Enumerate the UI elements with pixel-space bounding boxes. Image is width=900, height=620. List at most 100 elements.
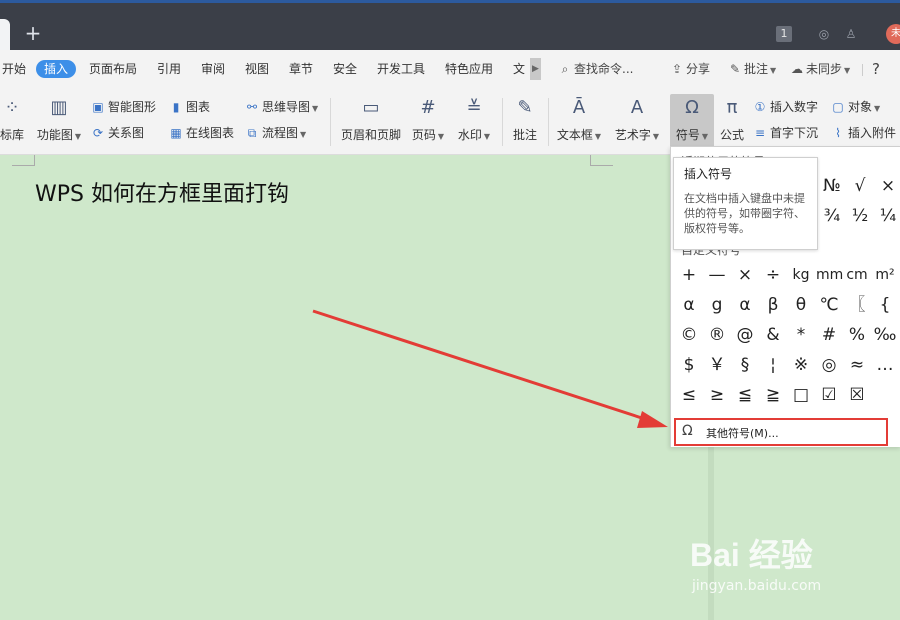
new-tab-button[interactable]: + <box>22 22 44 44</box>
symbol-cell[interactable]: ‰ <box>872 322 898 348</box>
symbol-cell[interactable]: cm <box>844 262 870 288</box>
symbol-cell[interactable]: β <box>760 292 786 318</box>
word-art-button[interactable]: A 艺术字 ▼ <box>612 96 662 143</box>
menu-insert[interactable]: 插入 <box>36 60 77 78</box>
symbol-button[interactable]: Ω 符号 ▼ <box>670 94 714 150</box>
chart-button[interactable]: ▮ 图表 <box>168 98 210 116</box>
recent-symbol[interactable]: √ <box>847 173 873 199</box>
menu-view[interactable]: 视图 <box>245 60 269 78</box>
symbol-cell[interactable]: # <box>816 322 842 348</box>
watermark-button[interactable]: ≚ 水印 ▼ <box>456 96 492 143</box>
recent-symbol[interactable]: ¾ <box>819 203 845 229</box>
header-footer-button[interactable]: ▭ 页眉和页脚 <box>338 96 404 143</box>
symbol-cell[interactable]: © <box>676 322 702 348</box>
symbol-cell[interactable]: … <box>872 352 898 378</box>
symbol-cell[interactable]: kg <box>788 262 814 288</box>
symbol-cell[interactable]: ® <box>704 322 730 348</box>
symbol-cell[interactable]: ≦ <box>732 382 758 408</box>
menu-special[interactable]: 特色应用 <box>445 60 493 78</box>
menu-page-layout[interactable]: 页面布局 <box>89 60 137 78</box>
shape-library-button[interactable]: ⁘ 标库 <box>0 96 30 143</box>
document-page[interactable] <box>0 155 708 620</box>
symbol-cell[interactable]: × <box>732 262 758 288</box>
symbol-cell[interactable]: m² <box>872 262 898 288</box>
menu-scroll-right-icon[interactable]: ▶ <box>530 58 541 80</box>
shirt-icon[interactable]: ♙ <box>842 26 860 42</box>
symbol-cell[interactable]: ※ <box>788 352 814 378</box>
insert-number-button[interactable]: ① 插入数字 <box>752 98 818 116</box>
symbol-cell[interactable]: α <box>676 292 702 318</box>
recent-symbol[interactable]: № <box>819 173 845 199</box>
more-symbols-button[interactable]: Ω 其他符号(M)... <box>674 418 888 446</box>
drop-cap-button[interactable]: ≡ 首字下沉 <box>752 124 818 142</box>
function-chart-button[interactable]: ▥ 功能图 ▼ <box>36 96 82 143</box>
symbol-cell[interactable]: 〖 <box>844 292 870 318</box>
mind-map-icon: ⚯ <box>246 100 258 114</box>
help-button[interactable]: ? <box>872 60 880 78</box>
chevron-down-icon: ▼ <box>874 104 881 113</box>
symbol-cell[interactable]: ◎ <box>816 352 842 378</box>
tooltip-title: 插入符号 <box>684 167 733 181</box>
object-button[interactable]: ▢ 对象 ▼ <box>830 98 880 116</box>
symbol-cell[interactable]: § <box>732 352 758 378</box>
insert-attachment-button[interactable]: ⌇ 插入附件 <box>830 124 896 142</box>
document-tab[interactable] <box>0 19 10 50</box>
symbol-cell[interactable]: ≧ <box>760 382 786 408</box>
symbol-cell[interactable]: ☑ <box>816 382 842 408</box>
window-count-badge[interactable]: 1 <box>776 26 792 42</box>
comment-icon: ✎ <box>517 97 533 118</box>
command-search[interactable]: ⌕ 查找命令... <box>558 60 634 78</box>
symbol-cell[interactable]: □ <box>788 382 814 408</box>
symbol-cell[interactable]: — <box>704 262 730 288</box>
symbol-cell[interactable]: $ <box>676 352 702 378</box>
menu-file-truncated[interactable]: 文 <box>513 60 525 78</box>
symbol-cell[interactable]: ℃ <box>816 292 842 318</box>
recent-symbol[interactable]: ½ <box>847 203 873 229</box>
comment-button[interactable]: ✎ 批注 <box>508 96 542 143</box>
menu-start[interactable]: 开始 <box>2 60 26 78</box>
avatar[interactable]: 未 <box>886 24 900 44</box>
mind-map-button[interactable]: ⚯ 思维导图 ▼ <box>244 98 318 116</box>
pi-icon: π <box>726 97 738 118</box>
title-bar <box>0 0 900 50</box>
menu-chapter[interactable]: 章节 <box>289 60 313 78</box>
text-box-button[interactable]: Ā 文本框 ▼ <box>554 96 604 143</box>
page-number-button[interactable]: # 页码 ▼ <box>410 96 446 143</box>
object-icon: ▢ <box>832 100 844 114</box>
symbol-cell[interactable]: ≈ <box>844 352 870 378</box>
symbol-cell[interactable]: α <box>732 292 758 318</box>
symbol-cell[interactable]: ≤ <box>676 382 702 408</box>
smart-shape-button[interactable]: ▣ 智能图形 <box>90 98 156 116</box>
omega-icon: Ω <box>685 97 699 118</box>
online-chart-button[interactable]: ▦ 在线图表 <box>168 124 234 142</box>
symbol-cell[interactable]: mm <box>816 262 843 288</box>
skin-icon[interactable]: ◎ <box>815 26 833 42</box>
share-button[interactable]: ⇪ 分享 <box>670 60 710 78</box>
symbol-cell[interactable]: % <box>844 322 870 348</box>
menu-bar: 开始 插入 页面布局 引用 审阅 视图 章节 安全 开发工具 特色应用 文 ▶ … <box>0 50 900 88</box>
menu-references[interactable]: 引用 <box>157 60 181 78</box>
flowchart-button[interactable]: ⧉ 流程图 ▼ <box>244 124 306 142</box>
comment-menu-button[interactable]: ✎ 批注 ▼ <box>728 60 776 78</box>
symbol-cell[interactable]: ☒ <box>844 382 870 408</box>
symbol-cell[interactable]: ÷ <box>760 262 786 288</box>
symbol-cell[interactable]: ¦ <box>760 352 786 378</box>
recent-symbol[interactable]: ¼ <box>875 203 900 229</box>
sync-button[interactable]: ☁ 未同步 ▼ <box>790 60 850 78</box>
menu-security[interactable]: 安全 <box>333 60 357 78</box>
symbol-cell[interactable]: g <box>704 292 730 318</box>
symbol-cell[interactable]: + <box>676 262 702 288</box>
formula-button[interactable]: π 公式 <box>716 96 748 143</box>
symbol-cell[interactable]: ≥ <box>704 382 730 408</box>
symbol-cell[interactable]: @ <box>732 322 758 348</box>
menu-review[interactable]: 审阅 <box>201 60 225 78</box>
recent-symbol[interactable]: × <box>875 173 900 199</box>
symbol-cell[interactable]: θ <box>788 292 814 318</box>
symbol-cell[interactable]: ￥ <box>704 352 730 378</box>
symbol-cell[interactable]: { <box>872 292 898 318</box>
symbol-cell[interactable]: * <box>788 322 814 348</box>
divider <box>502 98 503 146</box>
menu-developer[interactable]: 开发工具 <box>377 60 425 78</box>
symbol-cell[interactable]: & <box>760 322 786 348</box>
relation-chart-button[interactable]: ⟳ 关系图 <box>90 124 144 142</box>
